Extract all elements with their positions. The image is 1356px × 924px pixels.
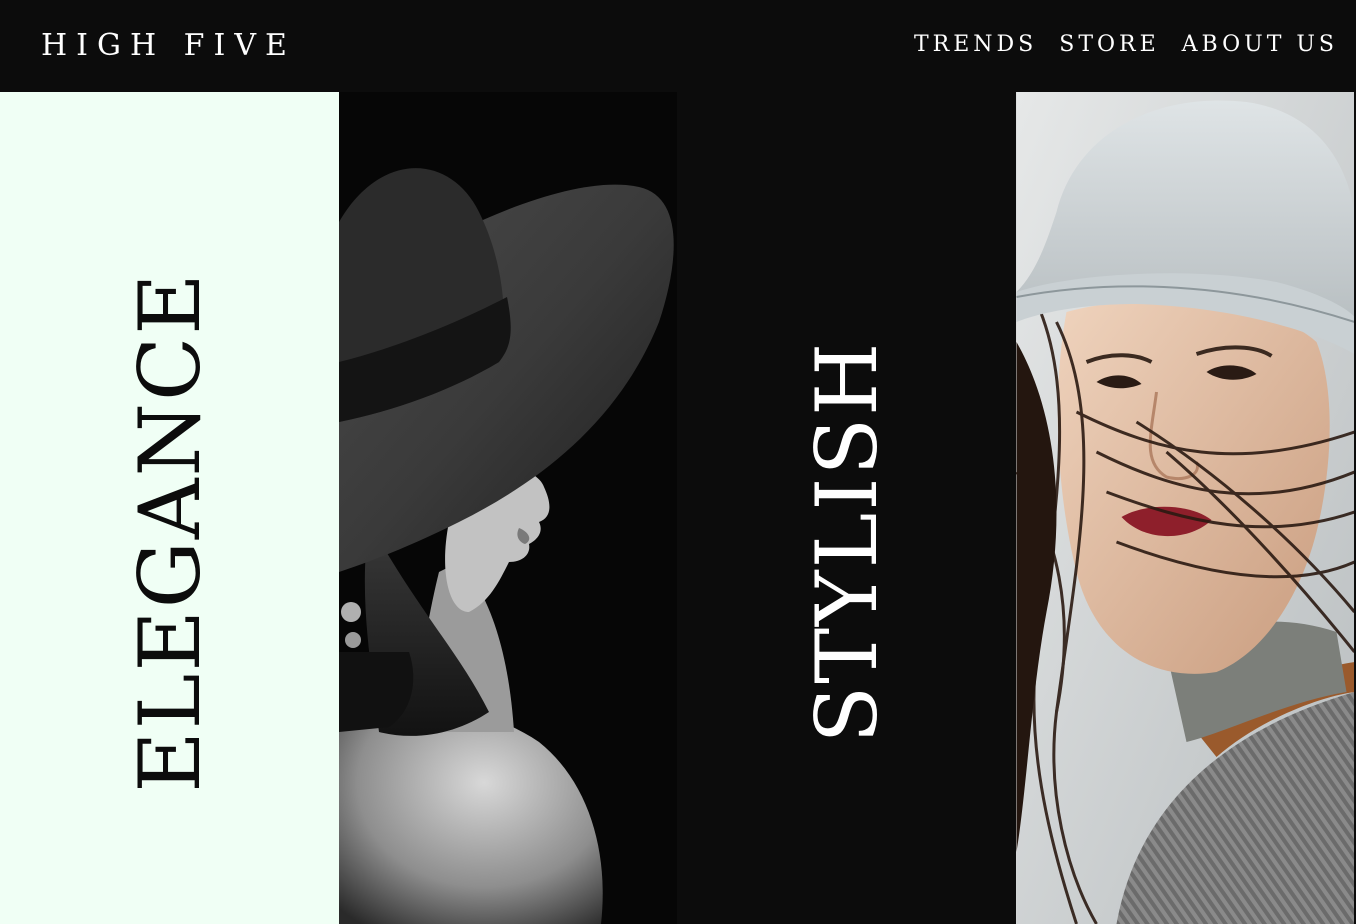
nav-link-about-us[interactable]: ABOUT US <box>1182 30 1338 60</box>
site-header: HIGH FIVE TRENDS STORE ABOUT US <box>0 0 1356 92</box>
stylish-panel: STYLISH <box>677 92 1016 924</box>
woman-bucket-hat-photo <box>1016 92 1354 924</box>
brand-logo[interactable]: HIGH FIVE <box>41 26 296 66</box>
nav-link-store[interactable]: STORE <box>1059 30 1159 60</box>
main-nav: TRENDS STORE ABOUT US <box>914 30 1338 60</box>
woman-black-hat-photo <box>339 92 678 924</box>
stylish-heading: STYLISH <box>797 340 896 744</box>
elegance-panel: ELEGANCE <box>0 92 339 924</box>
elegance-heading: ELEGANCE <box>120 271 219 793</box>
nav-link-trends[interactable]: TRENDS <box>914 30 1037 60</box>
